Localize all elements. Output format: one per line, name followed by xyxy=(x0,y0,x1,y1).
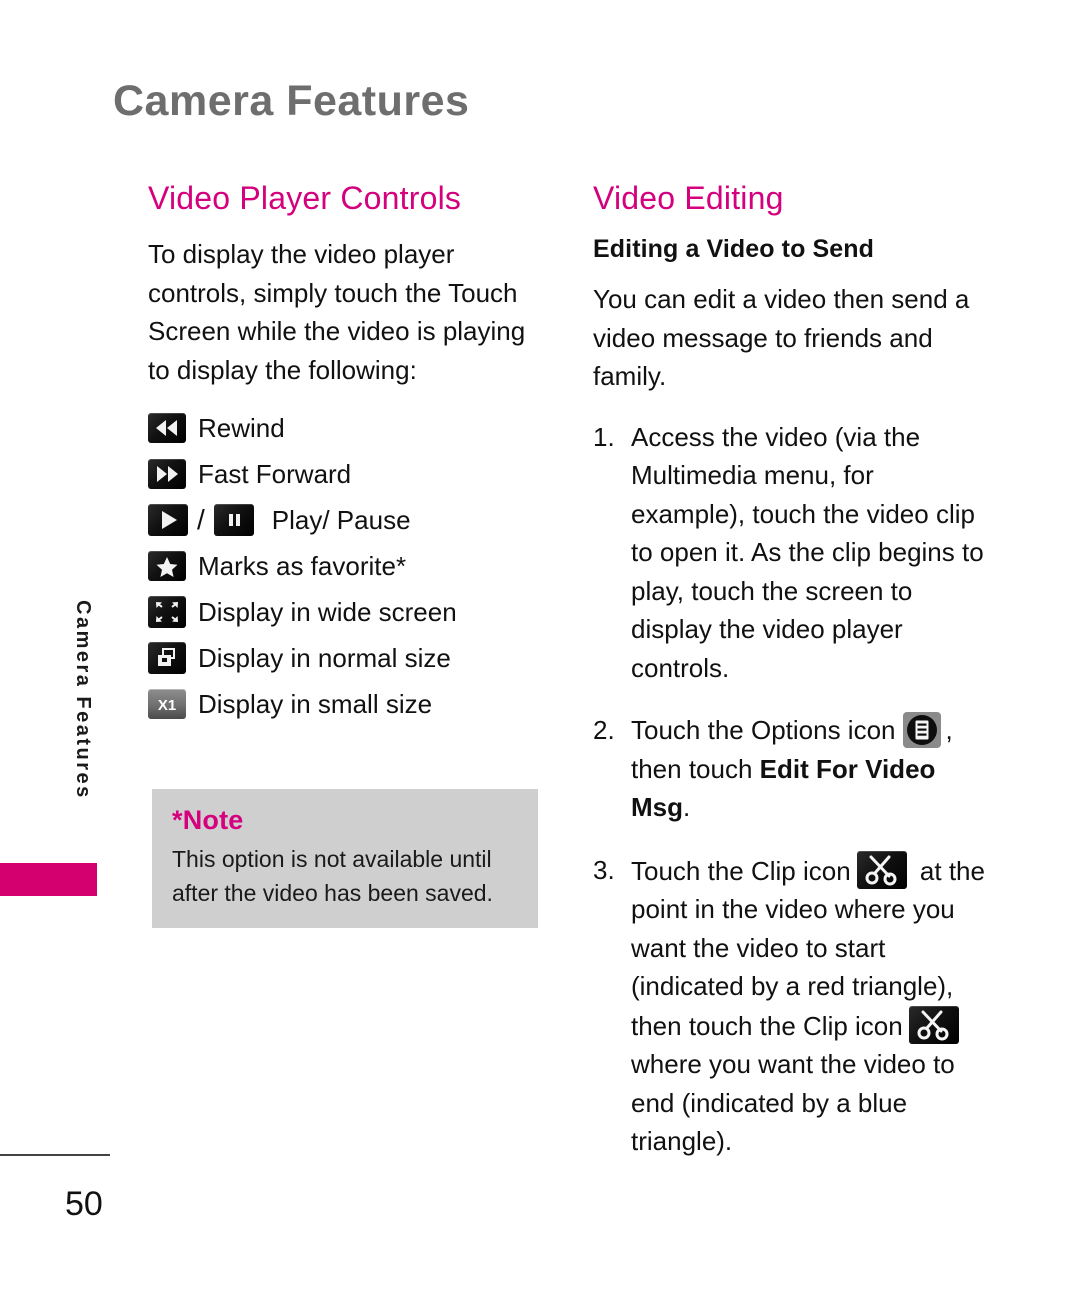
video-player-controls-list: Rewind Fast Forward / Play/ Pause Marks … xyxy=(148,411,548,721)
page-number: 50 xyxy=(65,1185,103,1223)
section-title-video-player-controls: Video Player Controls xyxy=(148,180,462,216)
small-size-icon: X1 xyxy=(148,689,186,719)
control-row-rewind: Rewind xyxy=(148,411,548,445)
control-row-fast-forward: Fast Forward xyxy=(148,457,548,491)
intro-paragraph-left: To display the video player controls, si… xyxy=(148,239,526,385)
star-favorite-icon xyxy=(148,551,186,581)
step-marker-2: 2. xyxy=(593,715,615,745)
right-column: Video Editing Editing a Video to Send Yo… xyxy=(593,180,993,1185)
control-row-wide-screen: Display in wide screen xyxy=(148,595,548,629)
control-row-favorite: Marks as favorite* xyxy=(148,549,548,583)
step-item-2: 2. Touch the Options icon , then touch E… xyxy=(593,711,993,827)
svg-text:X1: X1 xyxy=(158,697,176,714)
section-title-video-editing: Video Editing xyxy=(593,180,784,216)
clip-scissors-icon-end xyxy=(908,1005,959,1044)
step-text-1: Access the video (via the Multimedia men… xyxy=(631,421,984,683)
step-item-3: 3. Touch the Clip icon at the point in t… xyxy=(593,850,993,1161)
step-2-text-part-3: . xyxy=(683,792,691,822)
left-column: Video Player Controls To display the vid… xyxy=(148,180,548,733)
note-box: *Note This option is not available until… xyxy=(152,789,538,928)
play-icon xyxy=(148,504,188,536)
control-row-small-size: X1 Display in small size xyxy=(148,687,548,721)
rewind-icon xyxy=(148,413,186,443)
side-tab-vertical-label: Camera Features xyxy=(0,600,100,860)
control-label-small-size: Display in small size xyxy=(198,689,433,719)
options-icon xyxy=(902,712,941,748)
clip-scissors-icon-start xyxy=(856,850,907,889)
control-row-play-pause: / Play/ Pause xyxy=(148,503,548,537)
normal-size-icon xyxy=(148,642,186,674)
control-label-rewind: Rewind xyxy=(198,413,285,443)
page-title: Camera Features xyxy=(113,77,470,125)
footer-divider xyxy=(0,1154,110,1156)
note-body: This option is not available until after… xyxy=(172,846,493,906)
pause-icon xyxy=(213,504,254,536)
control-label-wide-screen: Display in wide screen xyxy=(198,597,457,627)
subsection-title-editing-a-video-to-send: Editing a Video to Send xyxy=(593,235,875,263)
control-label-fast-forward: Fast Forward xyxy=(198,459,352,489)
control-label-normal-size: Display in normal size xyxy=(198,643,451,673)
step-2-text-part-1: Touch the Options icon xyxy=(631,715,896,745)
control-label-play-pause: Play/ Pause xyxy=(271,505,411,535)
control-label-favorite: Marks as favorite* xyxy=(198,551,407,581)
intro-paragraph-right: You can edit a video then send a video m… xyxy=(593,284,970,391)
note-title: *Note xyxy=(172,805,244,835)
fast-forward-icon xyxy=(148,459,186,489)
play-pause-separator: / xyxy=(197,504,205,535)
side-tab-color-block xyxy=(0,863,97,896)
step-text-3: Touch the Clip icon at the point in the … xyxy=(631,850,993,1161)
step-3-text-part-1: Touch the Clip icon xyxy=(631,855,851,886)
step-item-1: 1. Access the video (via the Multimedia … xyxy=(593,418,993,688)
side-tab-text: Camera Features xyxy=(72,600,94,800)
step-text-2: Touch the Options icon , then touch Edit… xyxy=(631,711,993,827)
control-row-normal-size: Display in normal size xyxy=(148,641,548,675)
step-marker-1: 1. xyxy=(593,421,615,452)
wide-screen-icon xyxy=(148,596,186,628)
step-marker-3: 3. xyxy=(593,854,615,885)
step-3-text-part-3: where you want the video to end (indicat… xyxy=(631,1049,955,1156)
